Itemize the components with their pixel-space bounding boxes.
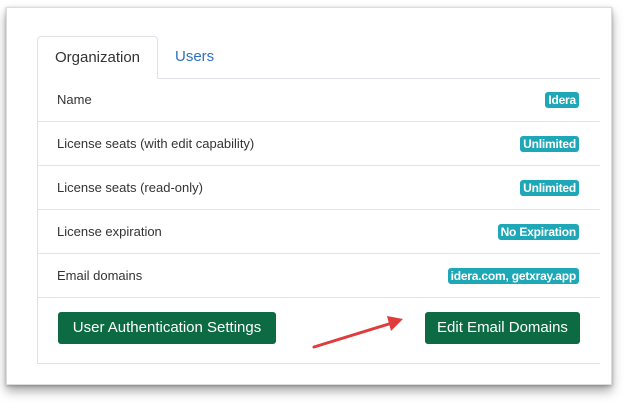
annotation-arrow-icon bbox=[312, 316, 403, 349]
